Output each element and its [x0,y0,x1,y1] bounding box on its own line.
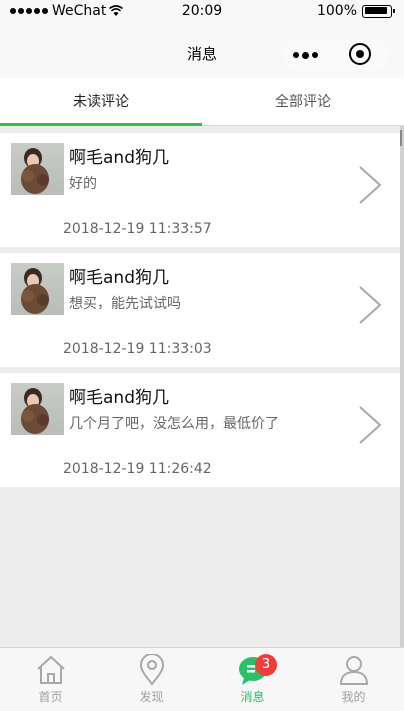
battery-percent: 100% [316,3,357,19]
tabbar-label: 发现 [139,690,164,704]
comment-text: 几个月了吧，没怎么用，最低价了 [69,416,279,432]
list-item[interactable]: 啊毛and狗几 好的 2018-12-19 11:33:57 [0,133,400,247]
tab-all-comments[interactable]: 全部评论 [202,78,404,126]
chevron-right-icon [359,286,382,324]
tabbar-item-profile[interactable]: 我的 [303,648,404,711]
comment-text: 好的 [69,176,97,192]
list-item[interactable]: 啊毛and狗几 想买，能先试试吗 2018-12-19 11:33:03 [0,253,400,367]
more-icon[interactable] [293,51,318,59]
bottom-tab-bar: 首页 发现 消息 我的 [0,647,404,711]
commenter-name: 啊毛and狗几 [69,148,169,168]
nav-bar: 消息 [0,24,404,78]
tab-unread-comments[interactable]: 未读评论 [0,78,202,126]
list-item[interactable]: 啊毛and狗几 几个月了吧，没怎么用，最低价了 2018-12-19 11:26… [0,373,400,487]
location-pin-icon [139,654,165,686]
comment-list: 啊毛and狗几 好的 2018-12-19 11:33:57 啊毛and狗几 想… [0,133,400,493]
comment-time: 2018-12-19 11:33:57 [63,221,212,237]
status-bar: WeChat 20:09 100% [0,0,404,24]
comment-time: 2018-12-19 11:33:03 [63,341,212,357]
home-icon [37,655,65,684]
commenter-name: 啊毛and狗几 [69,268,169,288]
tabbar-label: 我的 [341,690,366,704]
chevron-right-icon [359,406,382,444]
battery-icon [362,4,395,18]
avatar [11,143,64,195]
comment-time: 2018-12-19 11:26:42 [63,461,212,477]
avatar [11,383,64,435]
tabbar-item-discover[interactable]: 发现 [101,648,202,711]
close-icon[interactable] [349,43,371,65]
scrollbar-thumb[interactable] [400,130,402,146]
chevron-right-icon [359,166,382,204]
avatar [11,263,64,315]
active-tab-indicator [0,123,202,126]
status-right: 100% [316,3,395,19]
tabbar-item-home[interactable]: 首页 [0,648,101,711]
comment-text: 想买，能先试试吗 [69,296,181,312]
commenter-name: 啊毛and狗几 [69,388,169,408]
tabbar-label: 首页 [38,690,63,704]
menu-capsule [283,38,389,70]
comment-tabs: 未读评论 全部评论 [0,78,404,126]
tabbar-item-messages[interactable]: 消息 [202,648,303,711]
scrollbar-track[interactable] [400,126,404,647]
unread-count-badge: 3 [255,654,277,676]
tabbar-label: 消息 [240,690,265,704]
user-icon [339,656,369,685]
